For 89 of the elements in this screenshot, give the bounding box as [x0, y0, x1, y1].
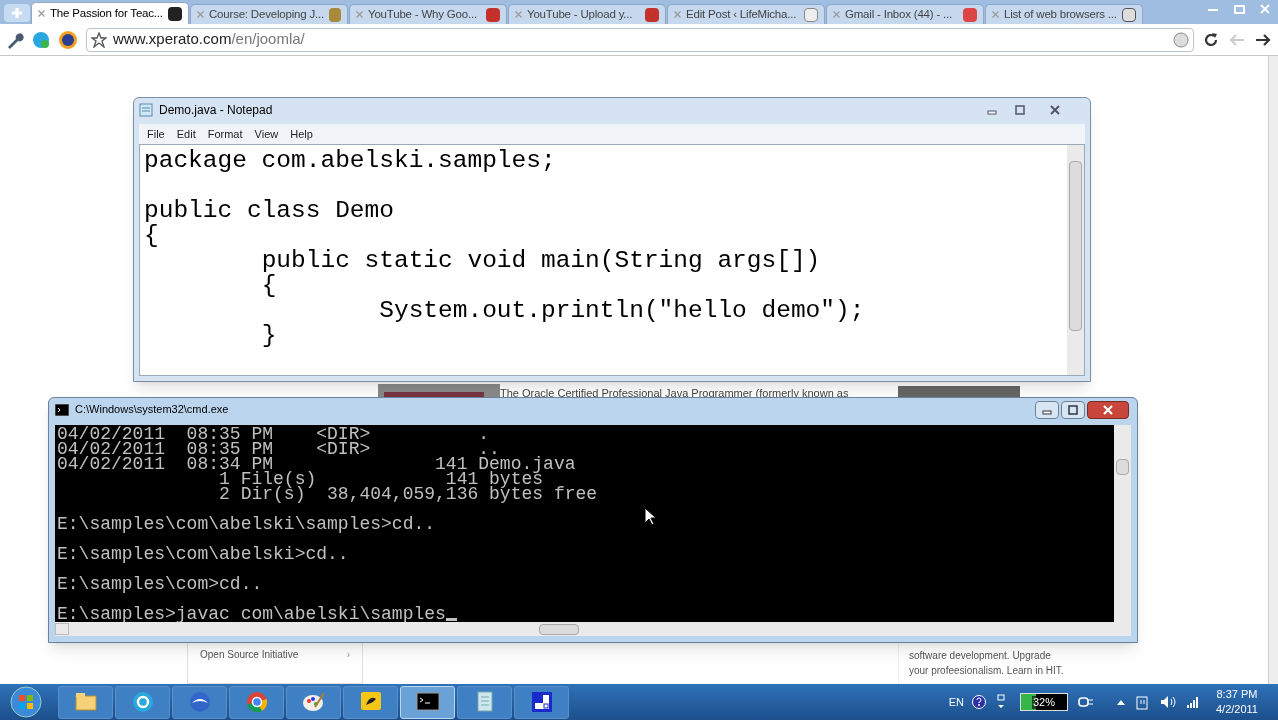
plug-icon[interactable]	[1078, 696, 1094, 708]
close-icon	[1260, 4, 1270, 14]
taskbar-app-button[interactable]	[514, 685, 569, 719]
close-icon	[1050, 105, 1060, 115]
signal-icon[interactable]	[1186, 696, 1200, 708]
tab-close-icon[interactable]	[833, 11, 840, 18]
favicon-icon	[486, 7, 500, 22]
code-line: {	[144, 222, 159, 249]
code-line: System.out.println("hello demo");	[378, 297, 865, 324]
tab-close-icon[interactable]	[197, 11, 204, 18]
show-hidden-icons-icon[interactable]	[1116, 698, 1126, 706]
tab-close-icon[interactable]	[992, 11, 999, 18]
page-scrollbar[interactable]	[1268, 56, 1278, 684]
console-line: E:\samples>javac com\abelski\samples	[57, 607, 446, 623]
code-line: package com.abelski.samples;	[144, 147, 556, 174]
favicon-icon	[645, 7, 659, 22]
browser-tab[interactable]: Course: Developing J...	[190, 4, 348, 24]
code-line: public class Demo	[144, 197, 394, 224]
ocp-description: The Oracle Certified Professional Java Programmer (formerly known as	[500, 386, 849, 401]
console-line: 2 Dir(s) 38,404,059,136 bytes free	[218, 487, 598, 503]
browser-tab[interactable]: Gmail - Inbox (44) - ...	[826, 4, 984, 24]
browser-tab[interactable]: List of web browsers ...	[985, 4, 1143, 24]
cmd-icon	[55, 403, 69, 416]
notepad-icon	[139, 103, 153, 117]
maximize-icon	[1068, 404, 1078, 415]
console-line: E:\samples\com\abelski>cd..	[57, 547, 349, 563]
wrench-icon[interactable]	[6, 30, 24, 49]
horizontal-scrollbar[interactable]	[55, 622, 1131, 636]
window-switch-icon[interactable]	[996, 694, 1006, 710]
tab-close-icon[interactable]	[38, 10, 45, 17]
browser-tab[interactable]: YouTube - Upload y...	[508, 4, 666, 24]
vertical-scrollbar[interactable]	[1114, 425, 1131, 623]
menu-item[interactable]: Format	[207, 125, 243, 143]
address-bar[interactable]: www.xperato.com/en/joomla/	[86, 27, 1194, 52]
menu-item[interactable]: Help	[290, 125, 313, 143]
console-line: E:\samples\com>cd..	[57, 577, 263, 593]
maximize-button[interactable]	[1061, 400, 1085, 419]
code-line: {	[260, 272, 277, 299]
favicon-icon	[1122, 7, 1136, 22]
favicon-icon	[804, 7, 818, 22]
favicon-icon	[963, 7, 977, 22]
date-text: 4/2/2011	[1216, 702, 1258, 717]
console-output[interactable]	[55, 425, 1114, 623]
clock[interactable]: 8:37 PM 4/2/2011	[1216, 687, 1258, 717]
language-indicator[interactable]: EN	[948, 693, 964, 711]
url-text: www.xperato.com/en/joomla/	[113, 29, 305, 50]
plus-icon	[11, 7, 23, 19]
promo-text: software development. Upgrade	[909, 649, 1052, 663]
help-icon[interactable]	[972, 695, 986, 709]
code-line: }	[260, 322, 277, 349]
window-title: Demo.java - Notepad	[159, 102, 273, 119]
globe-icon	[1173, 31, 1189, 48]
console-line: 1 File(s) 141 bytes	[218, 472, 544, 488]
close-icon	[1103, 404, 1113, 415]
browser-tab[interactable]: The Passion for Teac...	[31, 2, 189, 24]
vertical-scrollbar[interactable]	[1067, 145, 1084, 375]
reload-icon[interactable]	[1202, 30, 1220, 49]
tab-close-icon[interactable]	[674, 11, 681, 18]
menu-item[interactable]: View	[254, 125, 279, 143]
mouse-cursor-icon	[644, 507, 656, 526]
time-text: 8:37 PM	[1216, 687, 1258, 702]
tab-close-icon[interactable]	[356, 11, 363, 18]
browser-tab[interactable]: Edit Post ‹ LifeMicha...	[667, 4, 825, 24]
minimize-button[interactable]	[1035, 400, 1059, 419]
speaker-icon[interactable]	[1160, 695, 1176, 709]
console-line: E:\samples\com\abelski\samples>cd..	[57, 517, 436, 533]
taskbar-app-button[interactable]	[400, 685, 455, 719]
extension-icon[interactable]	[58, 29, 78, 50]
battery-meter[interactable]: 32%	[1020, 693, 1068, 711]
new-tab-button[interactable]	[4, 4, 30, 22]
close-button[interactable]	[1087, 400, 1129, 419]
window-title: C:\Windows\system32\cmd.exe	[75, 402, 229, 418]
menu-item[interactable]: Open Source Initiative	[200, 647, 299, 683]
menu-item[interactable]: Edit	[176, 125, 196, 143]
text-cursor	[445, 618, 457, 622]
promo-text: your profeesionalism. Learn in HIT.	[909, 664, 1065, 678]
windows-orb-icon	[10, 686, 42, 718]
maximize-icon	[1233, 4, 1245, 14]
menu-arrow: ›	[346, 648, 350, 662]
maximize-icon	[1015, 105, 1025, 115]
tab-close-icon[interactable]	[515, 11, 522, 18]
browser-tab[interactable]: YouTube - Why Goo...	[349, 4, 507, 24]
battery-percent: 32%	[1031, 695, 1056, 709]
skype-icon[interactable]	[32, 30, 50, 49]
menu-item[interactable]: File	[147, 125, 165, 143]
favicon-icon	[328, 7, 341, 22]
favicon-icon	[168, 6, 182, 21]
star-icon[interactable]	[91, 31, 107, 48]
code-line: public static void main(String args[])	[260, 247, 821, 274]
